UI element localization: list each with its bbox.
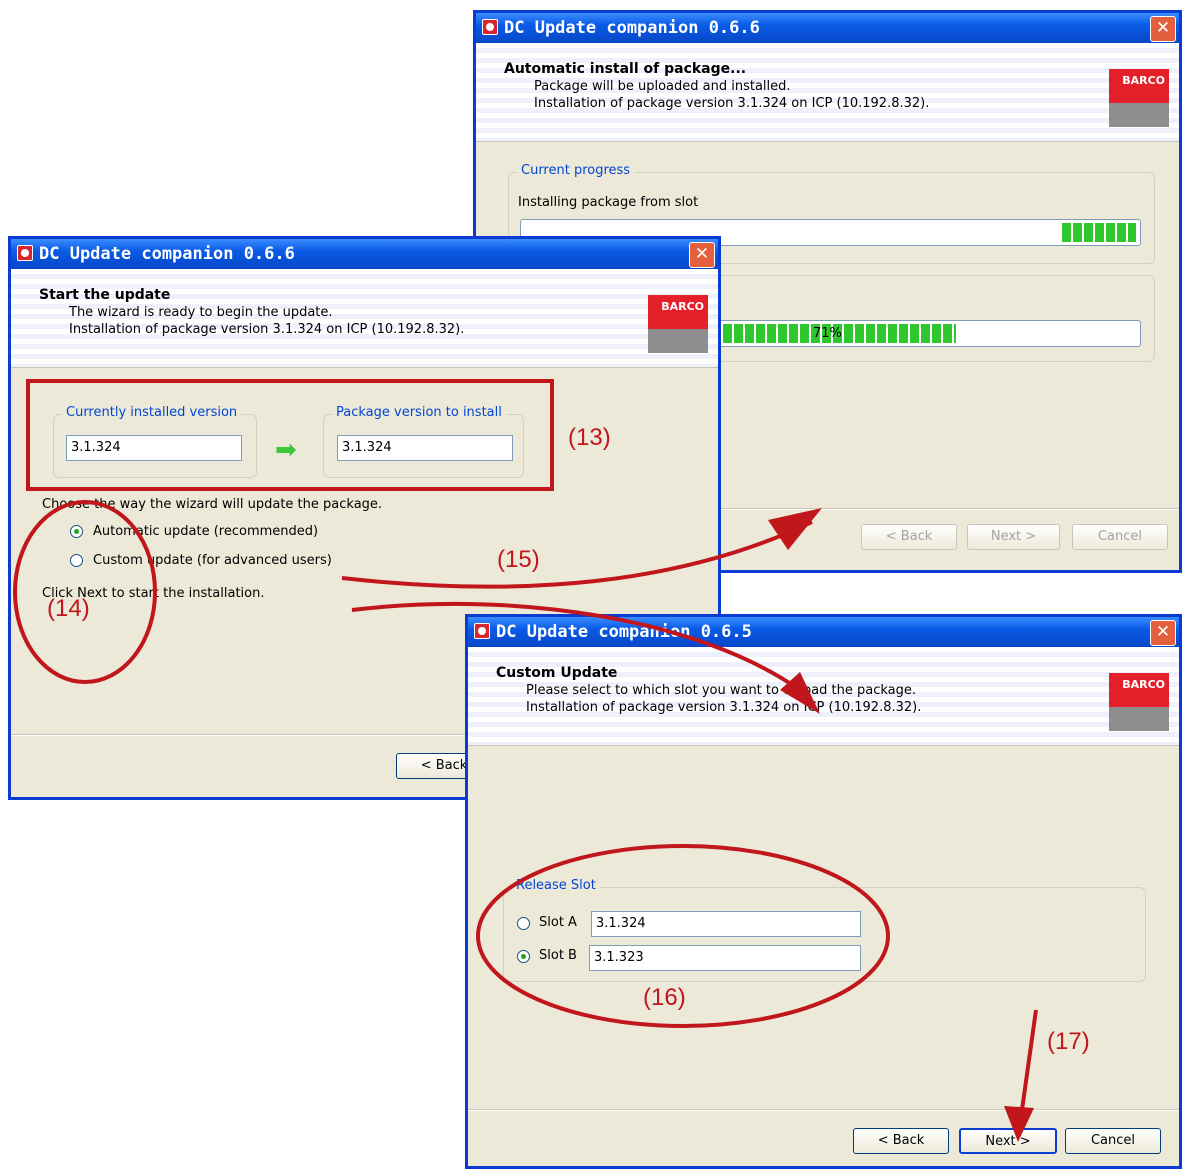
wizard-header: Start the update The wizard is ready to …	[11, 269, 718, 368]
custom-update-window: DC Update companion 0.6.5 ✕ Custom Updat…	[465, 614, 1182, 1169]
close-button[interactable]: ✕	[1150, 620, 1176, 646]
barco-logo: BARCO	[1109, 69, 1169, 127]
back-button[interactable]: < Back	[861, 524, 957, 550]
slot-b-radio[interactable]	[517, 950, 530, 963]
installed-version-label: Currently installed version	[62, 405, 242, 420]
package-version-field[interactable]: 3.1.324	[337, 435, 513, 461]
step-label: Installing package from slot	[518, 195, 699, 210]
next-button[interactable]: Next >	[959, 1128, 1057, 1154]
close-button[interactable]: ✕	[689, 242, 715, 268]
barco-logo: BARCO	[648, 295, 708, 353]
choose-text: Choose the way the wizard will update th…	[42, 497, 383, 512]
annotation-16: (16)	[643, 984, 686, 1011]
title-bar[interactable]: DC Update companion 0.6.5 ✕	[468, 617, 1179, 647]
automatic-update-label[interactable]: Automatic update (recommended)	[93, 524, 318, 539]
header-title: Start the update	[39, 287, 171, 303]
step-progress-fill	[1061, 223, 1136, 242]
next-button[interactable]: Next >	[967, 524, 1060, 550]
header-package-info: Installation of package version 3.1.324 …	[69, 322, 465, 337]
slot-a-radio[interactable]	[517, 917, 530, 930]
annotation-15: (15)	[497, 546, 540, 573]
window-title: DC Update companion 0.6.6	[504, 18, 760, 38]
window-title: DC Update companion 0.6.5	[496, 622, 752, 642]
package-version-label: Package version to install	[332, 405, 506, 420]
slot-a-label[interactable]: Slot A	[539, 915, 577, 930]
header-description: The wizard is ready to begin the update.	[69, 305, 333, 320]
cancel-button[interactable]: Cancel	[1065, 1128, 1161, 1154]
release-slot-label: Release Slot	[512, 878, 600, 893]
app-icon	[482, 19, 498, 35]
barco-logo: BARCO	[1109, 673, 1169, 731]
header-package-info: Installation of package version 3.1.324 …	[526, 700, 922, 715]
automatic-update-radio[interactable]	[70, 525, 83, 538]
header-title: Custom Update	[496, 665, 618, 681]
annotation-14: (14)	[47, 595, 90, 622]
slot-b-field[interactable]: 3.1.323	[589, 945, 861, 971]
header-description: Package will be uploaded and installed.	[534, 79, 791, 94]
close-button[interactable]: ✕	[1150, 16, 1176, 42]
custom-update-label[interactable]: Custom update (for advanced users)	[93, 553, 332, 568]
annotation-13: (13)	[568, 424, 611, 451]
app-icon	[17, 245, 33, 261]
window-title: DC Update companion 0.6.6	[39, 244, 295, 264]
installed-version-field[interactable]: 3.1.324	[66, 435, 242, 461]
group-label: Current progress	[517, 163, 635, 178]
total-progress-text: 71%	[813, 326, 842, 341]
annotation-17: (17)	[1047, 1028, 1090, 1055]
title-bar[interactable]: DC Update companion 0.6.6 ✕	[11, 239, 718, 269]
title-bar[interactable]: DC Update companion 0.6.6 ✕	[476, 13, 1179, 43]
header-package-info: Installation of package version 3.1.324 …	[534, 96, 930, 111]
header-title: Automatic install of package...	[504, 61, 747, 77]
wizard-header: Automatic install of package... Package …	[476, 43, 1179, 142]
back-button[interactable]: < Back	[853, 1128, 949, 1154]
wizard-header: Custom Update Please select to which slo…	[468, 647, 1179, 746]
header-description: Please select to which slot you want to …	[526, 683, 916, 698]
button-separator	[468, 1109, 1179, 1111]
cancel-button[interactable]: Cancel	[1072, 524, 1168, 550]
arrow-right-icon: ➡	[275, 435, 297, 465]
slot-a-field[interactable]: 3.1.324	[591, 911, 861, 937]
app-icon	[474, 623, 490, 639]
slot-b-label[interactable]: Slot B	[539, 948, 577, 963]
custom-update-radio[interactable]	[70, 554, 83, 567]
